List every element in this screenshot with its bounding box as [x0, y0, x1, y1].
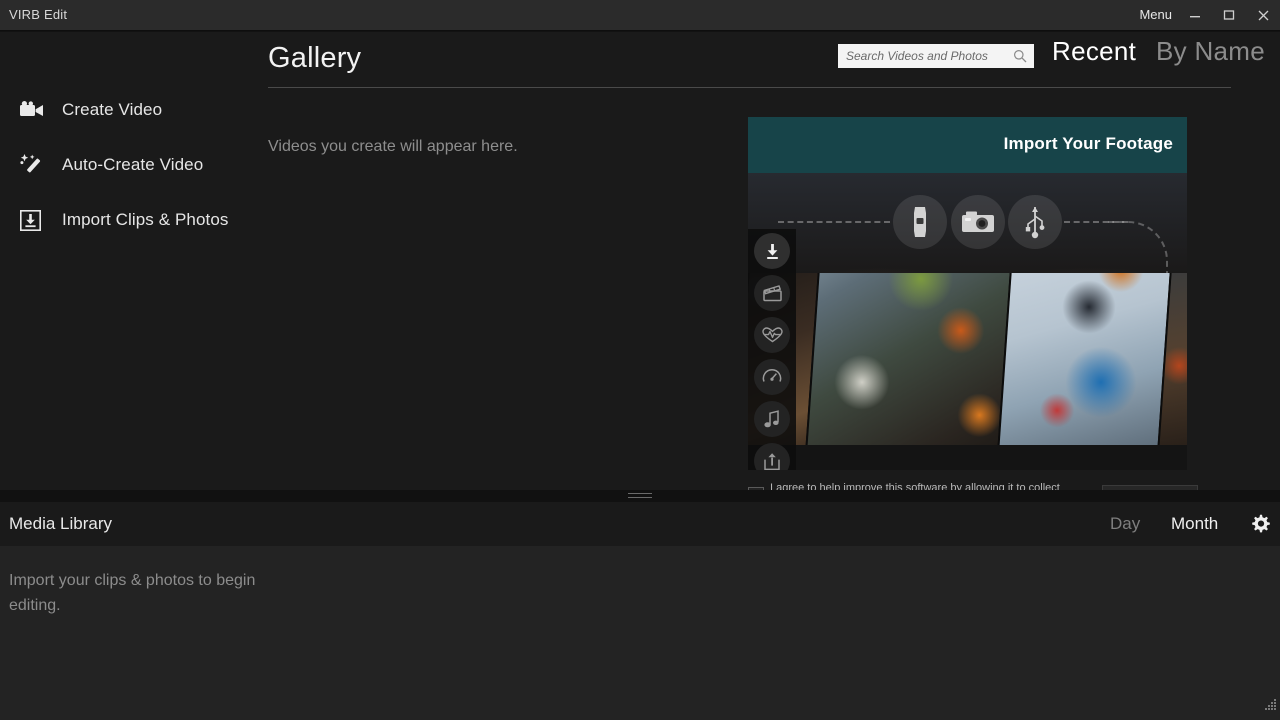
sidebar-item-import-clips-photos[interactable]: Import Clips & Photos [20, 203, 265, 237]
maximize-icon [1223, 10, 1235, 20]
sample-photo [999, 273, 1171, 445]
music-note-icon[interactable] [754, 401, 790, 437]
import-panel-body [748, 173, 1187, 470]
speedometer-icon[interactable] [754, 359, 790, 395]
minimize-button[interactable] [1178, 0, 1212, 30]
clapperboard-icon[interactable] [754, 275, 790, 311]
camera-icon [951, 195, 1005, 249]
header-divider [268, 87, 1231, 88]
media-library-header: Media Library Day Month [0, 502, 1280, 546]
sample-photo-strip [748, 273, 1187, 445]
usb-icon [1008, 195, 1062, 249]
import-footage-panel: Import Your Footage [748, 117, 1187, 470]
main-content-area: Create Video Auto-Create Video Import Cl… [0, 32, 1280, 507]
sidebar-item-label: Import Clips & Photos [62, 210, 229, 229]
media-library-empty-message: Import your clips & photos to begin edit… [9, 572, 256, 614]
sample-photo [807, 273, 1011, 445]
media-library-body: Import your clips & photos to begin edit… [0, 546, 1280, 720]
panel-splitter[interactable] [0, 490, 1280, 502]
movie-camera-icon [20, 95, 62, 125]
download-icon[interactable] [754, 233, 790, 269]
gallery-empty-message: Videos you create will appear here. [268, 138, 518, 155]
app-title: VIRB Edit [9, 7, 68, 22]
gear-icon[interactable] [1250, 514, 1270, 539]
import-panel-title: Import Your Footage [1003, 134, 1173, 153]
minimize-icon [1190, 16, 1200, 18]
media-library-month-button[interactable]: Month [1171, 514, 1218, 534]
menu-button[interactable]: Menu [1135, 7, 1176, 22]
maximize-button[interactable] [1212, 0, 1246, 30]
close-icon [1258, 10, 1268, 20]
import-panel-icon-rail [748, 229, 796, 470]
sort-by-name-button[interactable]: By Name [1156, 36, 1265, 67]
virb-edit-window: VIRB Edit Menu Create Video Auto-Create … [0, 0, 1280, 720]
wearable-watch-icon [893, 195, 947, 249]
sidebar: Create Video Auto-Create Video Import Cl… [0, 32, 268, 490]
search-box[interactable] [838, 44, 1034, 68]
splitter-grip[interactable] [628, 493, 652, 498]
title-bar: VIRB Edit Menu [0, 0, 1280, 30]
sidebar-item-auto-create-video[interactable]: Auto-Create Video [20, 148, 265, 182]
heartbeat-icon[interactable] [754, 317, 790, 353]
share-export-icon[interactable] [754, 443, 790, 470]
media-library-title: Media Library [9, 514, 112, 533]
media-library-day-button[interactable]: Day [1110, 514, 1140, 534]
import-panel-header: Import Your Footage [748, 117, 1187, 173]
sidebar-item-create-video[interactable]: Create Video [20, 93, 265, 127]
search-icon[interactable] [1008, 49, 1032, 63]
magic-wand-icon [20, 150, 62, 180]
dashed-path-left [778, 221, 890, 223]
sidebar-item-label: Auto-Create Video [62, 155, 204, 174]
window-resize-grip[interactable] [1262, 697, 1278, 718]
close-button[interactable] [1246, 0, 1280, 30]
page-title: Gallery [268, 42, 362, 74]
search-input[interactable] [846, 45, 1008, 67]
sidebar-item-label: Create Video [62, 100, 163, 119]
sort-recent-button[interactable]: Recent [1052, 36, 1136, 67]
import-download-icon [20, 205, 62, 235]
